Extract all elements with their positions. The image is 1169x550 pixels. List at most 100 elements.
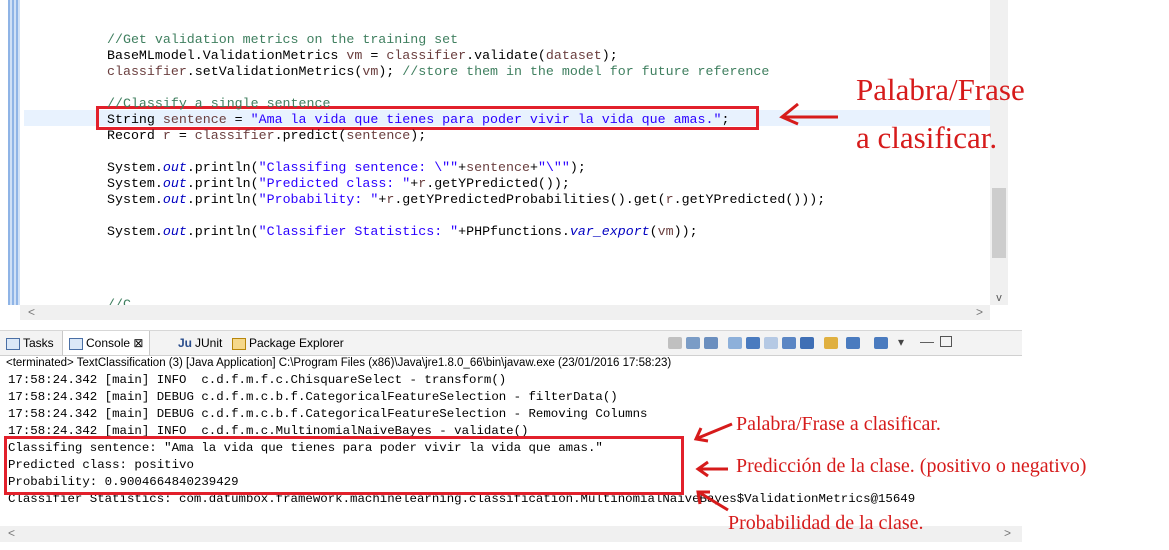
code-token: vm (362, 64, 379, 79)
tab-tasks[interactable]: Tasks (6, 331, 54, 355)
code-line: System.out.println("Probability: "+r.get… (107, 192, 825, 208)
code-token: ; (721, 112, 730, 127)
code-token: "Probability: " (258, 192, 379, 207)
code-token: System. (107, 176, 163, 191)
remove-launch-icon[interactable] (686, 337, 700, 349)
arrow-up-left-icon (693, 422, 733, 443)
code-token: = (362, 48, 387, 63)
code-token: String (107, 112, 163, 127)
code-line: System.out.println("Predicted class: "+r… (107, 176, 570, 192)
code-token: .getYPredicted())); (673, 192, 826, 207)
editor-horizontal-scrollbar[interactable]: < > (20, 305, 990, 320)
terminate-icon[interactable] (668, 337, 682, 349)
annotation-probability: Probabilidad de la clase. (728, 512, 924, 534)
code-token: +PHPfunctions. (458, 224, 570, 239)
view-menu-icon[interactable]: ▾ (898, 335, 904, 349)
code-token: classifier (386, 48, 467, 63)
editor-left-ruler (8, 0, 20, 305)
minimize-icon[interactable]: — (920, 333, 934, 349)
code-token: ); (410, 128, 427, 143)
code-line: //Classify a single sentence (107, 96, 330, 112)
console-scroll-right-icon[interactable]: > (1004, 526, 1011, 541)
code-token: out (162, 192, 187, 207)
code-token: .println( (186, 192, 259, 207)
code-token: "Ama la vida que tienes para poder vivir… (250, 112, 722, 127)
code-token: "\"" (537, 160, 570, 175)
remove-all-icon[interactable] (704, 337, 718, 349)
annotation-predicted-class: Predicción de la clase. (positivo o nega… (736, 455, 1087, 477)
code-token: vm (657, 224, 674, 239)
code-token: //Classify a single sentence (107, 96, 331, 111)
code-token: .getYPredicted()); (426, 176, 570, 191)
code-token: ); (378, 64, 403, 79)
code-token: out (162, 176, 187, 191)
code-token: r (162, 128, 171, 143)
code-token: .getYPredictedProbabilities().get( (394, 192, 666, 207)
console-line: 17:58:24.342 [main] DEBUG c.d.f.m.c.b.f.… (8, 390, 618, 404)
code-token: .validate( (466, 48, 546, 63)
junit-icon: Ju (178, 336, 193, 350)
code-token: .println( (186, 160, 259, 175)
code-token: r (665, 192, 674, 207)
code-token: = (226, 112, 251, 127)
code-token: + (529, 160, 538, 175)
pin-console-icon[interactable] (824, 337, 838, 349)
code-token: classifier (107, 64, 187, 79)
package-explorer-icon (232, 337, 246, 350)
scroll-down-icon[interactable]: v (992, 292, 1006, 304)
code-token: ); (569, 160, 586, 175)
code-token: sentence (162, 112, 227, 127)
code-token: Record (107, 128, 163, 143)
code-token: = (170, 128, 195, 143)
tasks-icon (6, 337, 20, 350)
arrow-up-left-icon-2 (696, 490, 729, 512)
code-line: System.out.println("Classifing sentence:… (107, 160, 586, 176)
code-token: out (162, 224, 187, 239)
code-token: out (162, 160, 187, 175)
code-token: "Classifier Statistics: " (258, 224, 459, 239)
display-console-icon[interactable] (846, 337, 860, 349)
code-editor[interactable]: //C //Get validation metrics on the trai… (0, 0, 1022, 320)
code-token: //Get validation metrics on the training… (107, 32, 459, 47)
code-token: System. (107, 224, 163, 239)
terminated-status-line: <terminated> TextClassification (3) [Jav… (6, 357, 672, 369)
view-tab-bar: Tasks Console ⊠ Ju JUnit Package Explorer… (0, 330, 1022, 356)
editor-vertical-scroll-thumb[interactable] (992, 188, 1006, 258)
code-token: vm (346, 48, 363, 63)
code-token: + (458, 160, 467, 175)
arrow-left-icon (779, 102, 838, 126)
code-line: BaseMLmodel.ValidationMetrics vm = class… (107, 48, 618, 64)
tab-package-explorer[interactable]: Package Explorer (232, 331, 344, 355)
code-line: System.out.println("Classifier Statistic… (107, 224, 698, 240)
code-line: String sentence = "Ama la vida que tiene… (107, 112, 729, 128)
clear-console-icon[interactable] (728, 337, 742, 349)
code-token: BaseMLmodel.ValidationMetrics (107, 48, 347, 63)
code-token: ( (649, 224, 658, 239)
code-token: "Classifing sentence: \"" (258, 160, 459, 175)
code-token: .println( (186, 176, 259, 191)
code-token: sentence (346, 128, 411, 143)
tab-console[interactable]: Console ⊠ (62, 331, 151, 355)
console-scroll-left-icon[interactable]: < (8, 526, 15, 541)
maximize-icon[interactable] (940, 336, 952, 347)
code-line: classifier.setValidationMetrics(vm); //s… (107, 64, 769, 80)
result-highlight-box (4, 436, 684, 495)
show-on-output-icon[interactable] (782, 337, 796, 349)
open-console-icon[interactable] (874, 337, 888, 349)
code-token: sentence (466, 160, 530, 175)
word-wrap-icon[interactable] (764, 337, 778, 349)
annotation-to-classify: a clasificar. (856, 120, 998, 155)
tab-junit[interactable]: Ju JUnit (178, 331, 222, 355)
code-token: .predict( (274, 128, 347, 143)
code-token: .println( (186, 224, 259, 239)
code-token: dataset (545, 48, 602, 63)
scroll-left-icon[interactable]: < (28, 305, 35, 320)
scroll-lock-icon[interactable] (746, 337, 760, 349)
scroll-right-icon[interactable]: > (976, 305, 983, 320)
code-line: Record r = classifier.predict(sentence); (107, 128, 426, 144)
console-line: 17:58:24.342 [main] INFO c.d.f.m.f.c.Chi… (8, 373, 507, 387)
code-token: System. (107, 192, 163, 207)
code-token: ); (601, 48, 618, 63)
show-on-error-icon[interactable] (800, 337, 814, 349)
annotation-console-word-phrase: Palabra/Frase a clasificar. (736, 413, 941, 435)
